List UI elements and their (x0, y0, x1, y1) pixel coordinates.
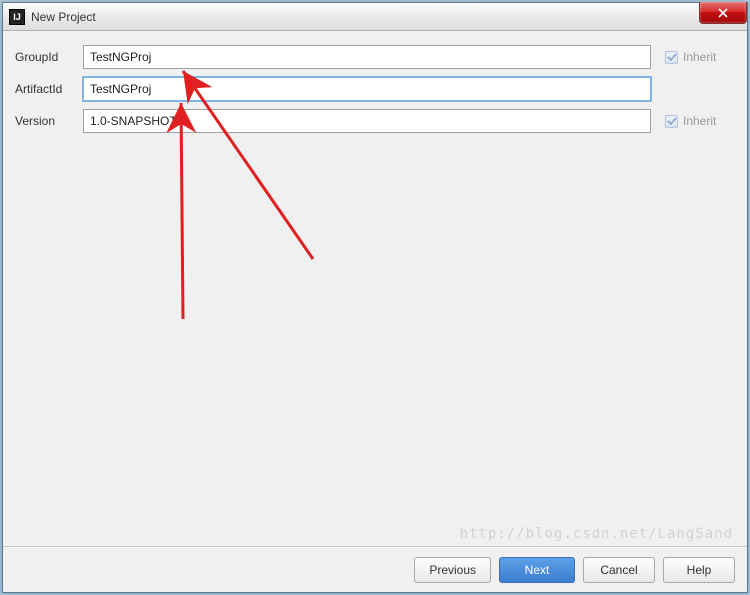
checkbox-checked-icon (665, 51, 678, 64)
inherit-label: Inherit (683, 50, 716, 64)
input-version[interactable] (83, 109, 651, 133)
app-icon: IJ (9, 9, 25, 25)
help-button[interactable]: Help (663, 557, 735, 583)
input-groupid[interactable] (83, 45, 651, 69)
inherit-version[interactable]: Inherit (665, 114, 735, 128)
row-version: Version Inherit (15, 109, 735, 133)
label-version: Version (15, 114, 83, 128)
row-artifactid: ArtifactId (15, 77, 735, 101)
close-icon (717, 8, 729, 18)
window-title: New Project (31, 10, 96, 24)
dialog-content: GroupId Inherit ArtifactId Version Inher… (3, 31, 747, 546)
input-artifactid[interactable] (83, 77, 651, 101)
dialog-window: IJ New Project GroupId Inherit ArtifactI… (2, 2, 748, 593)
close-button[interactable] (699, 2, 747, 24)
cancel-button[interactable]: Cancel (583, 557, 655, 583)
next-button[interactable]: Next (499, 557, 575, 583)
previous-button[interactable]: Previous (414, 557, 491, 583)
watermark-text: http://blog.csdn.net/LangSand (460, 526, 733, 542)
inherit-label: Inherit (683, 114, 716, 128)
checkbox-checked-icon (665, 115, 678, 128)
row-groupid: GroupId Inherit (15, 45, 735, 69)
inherit-groupid[interactable]: Inherit (665, 50, 735, 64)
label-groupid: GroupId (15, 50, 83, 64)
titlebar[interactable]: IJ New Project (3, 3, 747, 31)
button-bar: Previous Next Cancel Help (3, 546, 747, 592)
label-artifactid: ArtifactId (15, 82, 83, 96)
